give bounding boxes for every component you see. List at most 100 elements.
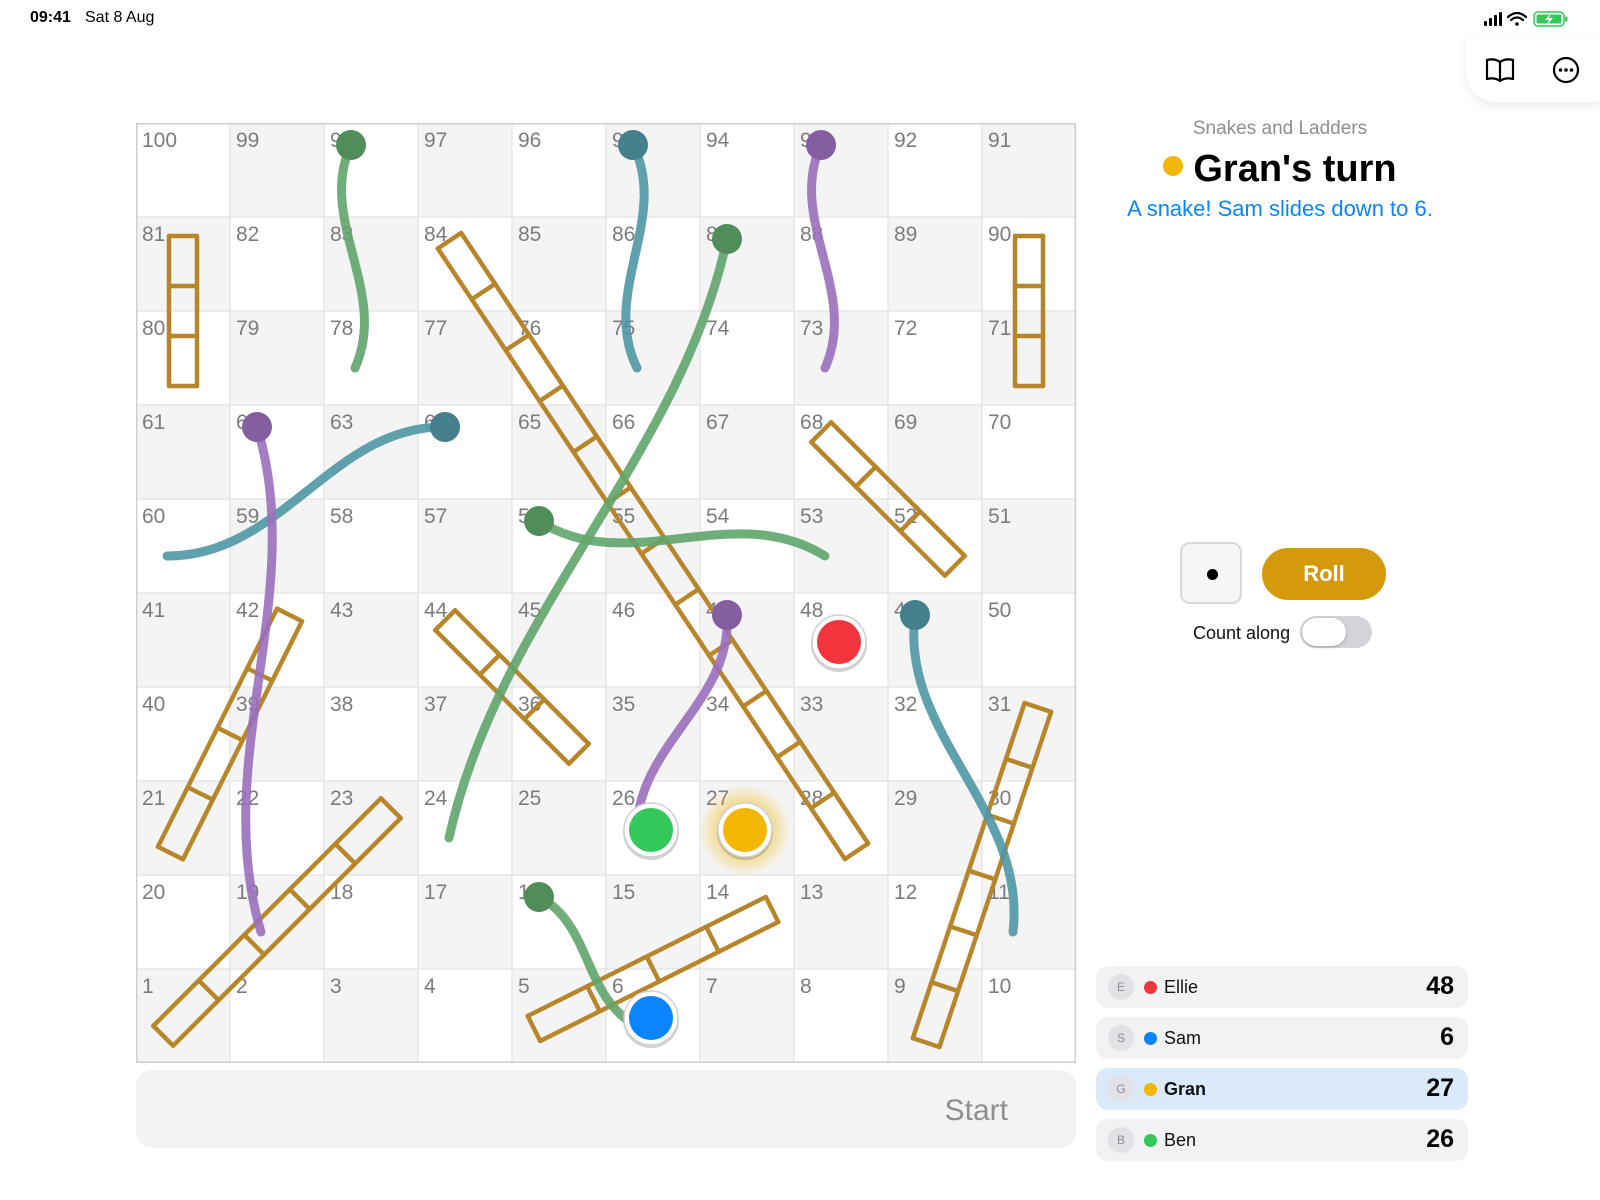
cell-number: 31 (988, 693, 1011, 716)
player-token (623, 802, 679, 860)
turn-player-dot (1163, 155, 1184, 176)
player-name: Ellie (1164, 977, 1199, 997)
snake-head (336, 130, 366, 160)
start-bar: Start (136, 1070, 1076, 1148)
rules-button[interactable] (1480, 50, 1520, 90)
cell-number: 53 (800, 505, 823, 528)
player-color-dot (1144, 1083, 1157, 1096)
player-score: 6 (1440, 1023, 1454, 1051)
cell-number: 7 (706, 975, 718, 998)
status-bar: 09:41 Sat 8 Aug (0, 0, 1600, 38)
cell-number: 51 (988, 505, 1011, 528)
cell-number: 86 (612, 223, 635, 246)
cell-number: 74 (706, 317, 730, 340)
cell-number: 24 (424, 787, 448, 810)
die (1180, 542, 1242, 604)
cell-number: 65 (518, 411, 541, 434)
cell-number: 63 (330, 411, 353, 434)
cell-number: 15 (612, 881, 635, 904)
game-board[interactable]: 1234567891011121314151617181920212223242… (136, 123, 1076, 1063)
cell-number: 12 (894, 881, 917, 904)
player-score: 27 (1426, 1074, 1454, 1102)
player-score: 48 (1426, 972, 1454, 1000)
count-along-toggle[interactable] (1300, 616, 1372, 648)
more-button[interactable] (1546, 50, 1586, 90)
cell-number: 20 (142, 881, 165, 904)
cell-number: 13 (800, 881, 823, 904)
cell-number: 48 (800, 599, 823, 622)
player-name: Ben (1164, 1130, 1197, 1150)
cell-number: 96 (518, 129, 541, 152)
cell-number: 40 (142, 693, 165, 716)
cell-number: 57 (424, 505, 447, 528)
cell-number: 60 (142, 505, 165, 528)
ellipsis-circle-icon (1552, 56, 1580, 84)
snake-head (712, 600, 742, 630)
cell-number: 32 (894, 693, 917, 716)
turn-message: A snake! Sam slides down to 6. (1127, 196, 1433, 221)
status-date: Sat 8 Aug (85, 9, 155, 26)
player-row-ellie: E Ellie 48 (1096, 966, 1468, 1008)
cell-number: 80 (142, 317, 165, 340)
cell-number: 90 (988, 223, 1011, 246)
snake-head (712, 224, 742, 254)
cell-number: 79 (236, 317, 259, 340)
wifi-icon (1506, 11, 1528, 26)
cell-number: 81 (142, 223, 165, 246)
cell-number: 4 (424, 975, 436, 998)
top-toolbar (1466, 38, 1600, 102)
player-token (811, 614, 867, 672)
player-row-sam: S Sam 6 (1096, 1017, 1468, 1059)
toggle-knob (1302, 618, 1346, 646)
player-token (699, 784, 791, 876)
cell-number: 73 (800, 317, 823, 340)
cell-number: 69 (894, 411, 917, 434)
cell-number: 91 (988, 129, 1011, 152)
player-avatar: E (1108, 974, 1134, 1000)
player-avatar: B (1108, 1127, 1134, 1153)
turn-indicator: Gran's turn (1090, 148, 1470, 191)
snake-head (242, 412, 272, 442)
player-name: Gran (1164, 1079, 1207, 1099)
cellular-signal-icon (1484, 12, 1502, 26)
cell-number: 38 (330, 693, 353, 716)
cell-number: 94 (706, 129, 730, 152)
cell-number: 97 (424, 129, 447, 152)
cell-number: 37 (424, 693, 447, 716)
cell-number: 23 (330, 787, 353, 810)
cell-number: 54 (706, 505, 730, 528)
player-color-dot (1144, 1032, 1157, 1045)
cell-number: 43 (330, 599, 353, 622)
cell-number: 8 (800, 975, 812, 998)
cell-number: 50 (988, 599, 1011, 622)
cell-number: 17 (424, 881, 447, 904)
cell-number: 35 (612, 693, 635, 716)
player-avatar: G (1108, 1076, 1134, 1102)
cell-number: 41 (142, 599, 165, 622)
game-subtitle: Snakes and Ladders (1192, 118, 1368, 139)
snake-head (900, 600, 930, 630)
cell-number: 92 (894, 129, 917, 152)
player-avatar: S (1108, 1025, 1134, 1051)
count-along-label: Count along (1193, 623, 1291, 643)
player-token (623, 990, 679, 1048)
snake-head (524, 506, 554, 536)
cell-number: 67 (706, 411, 729, 434)
cell-number: 89 (894, 223, 917, 246)
cell-number: 14 (706, 881, 730, 904)
cell-number: 100 (142, 129, 177, 152)
cell-number: 77 (424, 317, 447, 340)
roll-button[interactable]: Roll (1262, 548, 1386, 600)
player-color-dot (1144, 1134, 1157, 1147)
player-row-ben: B Ben 26 (1096, 1119, 1468, 1161)
battery-charging-icon (1533, 11, 1568, 27)
cell-number: 85 (518, 223, 541, 246)
start-label: Start (944, 1094, 1008, 1127)
cell-number: 3 (330, 975, 342, 998)
player-color-dot (1144, 981, 1157, 994)
cell-number: 33 (800, 693, 823, 716)
player-score: 26 (1426, 1125, 1454, 1153)
snake-head (430, 412, 460, 442)
cell-number: 46 (612, 599, 635, 622)
snake-head (806, 130, 836, 160)
